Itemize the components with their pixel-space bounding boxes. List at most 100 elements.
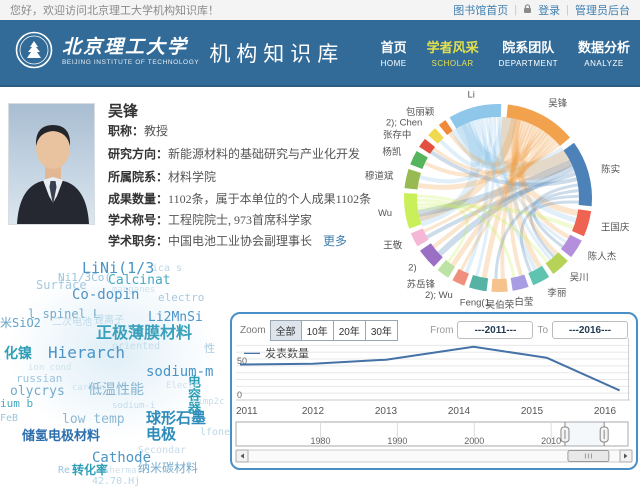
chord-segment[interactable] [420,243,443,266]
nav-item-analyze[interactable]: 数据分析 ANALYZE [578,37,630,68]
chord-label: 王敬 [383,240,403,252]
x-axis-label: 2013 [375,406,398,417]
keyword[interactable]: 化镍 [4,347,32,361]
library-home-link[interactable]: 图书馆首页 [453,2,508,18]
nav-item-home[interactable]: 首页 HOME [381,37,407,68]
y-axis-label: 0 [237,390,242,400]
keyword[interactable]: low temp [62,413,125,426]
keyword[interactable]: 球形石墨 [146,411,206,426]
chord-label: 陈实 [601,163,620,175]
profile-row-research: 研究方向：新能源材料的基础研究与产业化开发 [108,145,360,162]
site-title: 机构知识库 [209,38,344,68]
profile-row-outputs: 成果数量：1102条，属于本单位的个人成果1102条 [108,190,371,207]
keyword[interactable]: 正极薄膜材料 [96,325,192,341]
keyword[interactable]: sodium-m [146,365,213,379]
x-axis-label: 2011 [236,406,258,417]
x-axis-label: 2015 [521,406,544,417]
divider: | [566,4,569,16]
publications-line-chart: 050201120122013201420152016 [234,338,634,422]
to-date-input[interactable] [552,321,628,339]
chord-label: 杨凯 [382,146,402,158]
main-nav: 首页 HOME 学者风采 SCHOLAR 院系团队 DEPARTMENT 数据分… [381,37,630,68]
zoom-label: Zoom [240,325,266,336]
keyword[interactable]: thermal [104,467,142,476]
chord-label: 吴锋 [548,98,568,110]
profile-row-academic-title: 学术称号：工程院院士, 973首席科学家 [108,211,312,228]
keyword[interactable]: electro [158,292,204,303]
profile-row-department: 所属院系：材料学院 [108,168,216,185]
login-link[interactable]: 登录 [538,2,560,18]
chord-label: 苏岳锋 [407,279,436,291]
keyword[interactable]: 低温性能 [88,383,144,397]
page: 您好，欢迎访问北京理工大学机构知识库！ 图书馆首页 | 登录 | 管理员后台 北… [0,0,640,474]
greeting-text: 您好，欢迎访问北京理工大学机构知识库！ [10,2,219,18]
chord-label: Feng(1 [460,297,490,308]
x-axis-label: 2014 [448,406,471,417]
chord-label: Wu [378,208,392,219]
keyword[interactable]: 米SiO2 [0,317,41,329]
chord-segment[interactable] [410,151,428,169]
chord-label: 2) [408,262,416,273]
keyword[interactable]: lfone [200,428,230,438]
keyword[interactable]: FeB [0,414,18,424]
profile-row-title: 职称：教授 [108,122,168,139]
keyword-cloud: LiNi(1/3ica sNi1/3Co(SurfaceCalcinatmang… [0,255,235,474]
chord-label: 张存中 [383,129,412,141]
university-name-en: BEIJING INSTITUTE OF TECHNOLOGY [62,60,199,67]
keyword[interactable]: Limp2c [192,398,225,407]
nav-item-scholar[interactable]: 学者风采 SCHOLAR [427,37,479,68]
divider: | [514,4,517,16]
keyword[interactable]: 42.70.Hj [92,477,140,487]
chord-label: 吴川 [570,273,589,284]
top-utility-bar: 您好，欢迎访问北京理工大学机构知识库！ 图书馆首页 | 登录 | 管理员后台 [0,0,640,20]
lock-icon [523,4,532,17]
x-axis-label: 2012 [302,406,325,417]
nav-item-department[interactable]: 院系团队 DEPARTMENT [499,37,558,68]
to-label: To [537,325,548,336]
chord-label: 王国庆 [601,221,630,233]
x-axis-label: 2016 [594,406,617,417]
range-selector: Zoom 全部 10年 20年 30年 From To [240,320,628,340]
scholar-name: 吴锋 [108,100,138,121]
site-header: 北京理工大学 BEIJING INSTITUTE OF TECHNOLOGY 机… [0,20,640,87]
navigator-selected-range[interactable] [565,422,604,446]
from-date-input[interactable] [457,321,533,339]
keyword[interactable]: ium b [0,398,33,409]
chord-label: 包丽颖 [406,106,435,118]
keyword[interactable]: Hierarch [48,345,125,361]
chord-label: 穆道斌 [365,170,394,182]
keyword[interactable]: 转化率 [72,464,108,476]
scrollbar-track[interactable] [248,450,620,462]
keyword[interactable]: 二次电池 [52,318,92,328]
keyword[interactable]: Electr [166,382,199,391]
chord-segment[interactable] [491,279,507,292]
chord-label: Li [468,89,475,100]
keyword[interactable]: 电极 [146,427,176,442]
keyword[interactable]: 储氢电极材料 [22,430,100,443]
publications-series-line [240,347,620,391]
more-link[interactable]: 更多 [323,234,347,248]
timeline-navigator: 1980 1990 2000 2010 [234,418,634,464]
chord-segment[interactable] [561,235,582,257]
chord-segment[interactable] [528,266,549,285]
navigator-tick-label: 2010 [541,436,561,446]
keyword[interactable]: 纳米碳材料 [138,462,198,474]
profile-photo [8,103,95,225]
chord-label: 吴伯荣 [486,299,515,311]
chord-label: 李丽 [547,287,566,299]
keyword[interactable]: Co-dopin [72,288,139,302]
university-name-cn: 北京理工大学 [62,38,199,57]
university-logo-icon [14,30,54,75]
admin-backend-link[interactable]: 管理员后台 [575,2,630,18]
chord-label: 2); Wu [425,290,453,301]
keyword[interactable]: 性 [204,343,215,354]
keyword[interactable]: russian [16,373,62,384]
profile-row-academic-post: 学术职务：中国电池工业协会副理事长 更多 [108,232,347,249]
chord-label: 陈人杰 [588,250,617,262]
navigator-tick-label: 1990 [387,436,407,446]
navigator-tick-label: 2000 [464,436,484,446]
chord-label: 2); Chen [386,117,422,128]
keyword[interactable]: Re [58,466,70,476]
publications-chart-panel: Zoom 全部 10年 20年 30年 From To 发表数量 0502011… [230,312,638,470]
navigator-tick-label: 1980 [311,436,331,446]
